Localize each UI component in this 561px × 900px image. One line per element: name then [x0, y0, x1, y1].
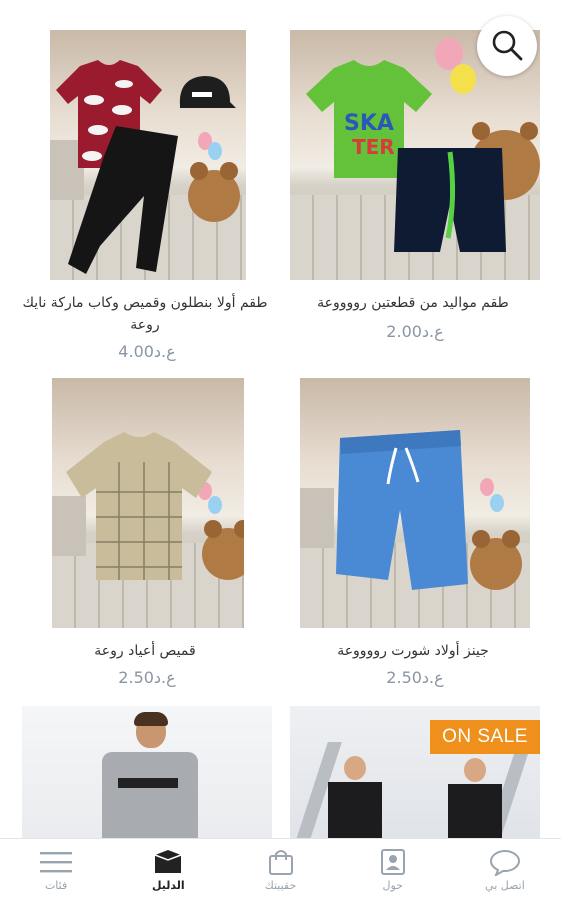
product-card[interactable]: قميص أعياد روعة 2.50ع.د [22, 378, 272, 708]
product-price: 2.50ع.د [118, 668, 176, 687]
product-price: 2.50ع.د [386, 668, 444, 687]
chat-bubble-icon [489, 848, 521, 876]
product-image[interactable] [50, 30, 246, 280]
tab-bag[interactable]: حقيبتك [224, 839, 336, 900]
search-button[interactable] [477, 16, 537, 76]
product-title[interactable]: قميص أعياد روعة [22, 640, 268, 662]
tab-catalog[interactable]: الدليل [112, 839, 224, 900]
on-sale-badge: ON SALE [430, 720, 540, 754]
product-card[interactable]: طقم أولا بنطلون وقميص وكاب ماركة نايك رو… [22, 30, 272, 361]
product-card[interactable] [22, 706, 272, 838]
bottom-tab-bar: فئات الدليل حقيبتك حول اتصل بي [0, 838, 561, 900]
tab-label: الدليل [151, 879, 185, 892]
tab-label: حقيبتك [264, 879, 297, 892]
contact-card-icon [377, 848, 409, 876]
tab-about[interactable]: حول [337, 839, 449, 900]
product-image[interactable] [22, 706, 272, 838]
svg-text:SKA: SKA [344, 111, 394, 136]
tab-label: اتصل بي [485, 879, 525, 892]
product-price: 4.00ع.د [118, 342, 176, 361]
catalog-box-icon [152, 848, 184, 876]
product-price: 2.00ع.د [386, 322, 444, 341]
product-image[interactable] [52, 378, 244, 628]
tab-label: فئات [44, 879, 68, 892]
product-title[interactable]: طقم مواليد من قطعتين رووووعة [290, 292, 536, 314]
product-card[interactable]: SKA TER طقم مواليد من قطعتين رووووعة 2.0… [290, 30, 540, 360]
product-title[interactable]: جينز أولاد شورت رووووعة [290, 640, 536, 662]
product-grid: SKA TER طقم مواليد من قطعتين رووووعة 2.0… [0, 0, 561, 838]
svg-text:TER: TER [352, 135, 395, 159]
tab-contact[interactable]: اتصل بي [449, 839, 561, 900]
search-icon [492, 30, 523, 61]
menu-icon [40, 848, 73, 876]
shopping-bag-icon [265, 848, 297, 876]
tab-label: حول [382, 879, 403, 892]
product-title[interactable]: طقم أولا بنطلون وقميص وكاب ماركة نايك رو… [22, 292, 268, 336]
tab-menu[interactable]: فئات [0, 839, 112, 900]
product-image[interactable] [300, 378, 530, 628]
product-card[interactable]: جينز أولاد شورت رووووعة 2.50ع.د [290, 378, 540, 708]
product-card[interactable]: ON SALE [290, 706, 540, 838]
